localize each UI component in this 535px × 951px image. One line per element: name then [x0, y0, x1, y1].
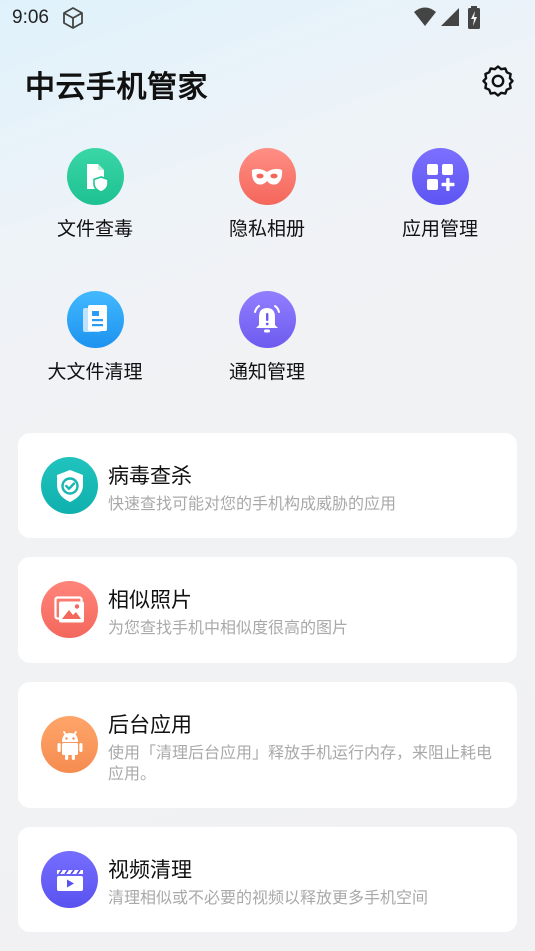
card-background-apps[interactable]: 后台应用 使用「清理后台应用」释放手机运行内存，来阻止耗电应用。 — [18, 682, 517, 808]
video-clapper-icon — [41, 851, 98, 908]
card-description: 为您查找手机中相似度很高的图片 — [108, 618, 349, 637]
bell-alert-icon — [238, 291, 296, 348]
card-description: 清理相似或不必要的视频以释放更多手机空间 — [108, 888, 429, 907]
battery-charging-icon — [467, 6, 481, 34]
quick-action-label: 应用管理 — [401, 218, 478, 240]
apps-add-icon — [411, 148, 469, 205]
cube-icon — [61, 6, 85, 30]
quick-action-large-file-clean[interactable]: 大文件清理 — [20, 291, 170, 391]
quick-actions-grid: 文件查毒 隐私相册 应用管理 大文件清理 通知管理 — [0, 140, 535, 390]
quick-action-label: 文件查毒 — [56, 218, 133, 240]
gear-icon — [481, 64, 515, 102]
quick-action-label: 隐私相册 — [228, 218, 305, 240]
wifi-icon — [413, 6, 437, 32]
card-description: 使用「清理后台应用」释放手机运行内存，来阻止耗电应用。 — [108, 743, 493, 783]
status-time: 9:06 — [12, 7, 49, 28]
quick-action-file-scan[interactable]: 文件查毒 — [20, 148, 170, 248]
android-icon — [41, 716, 98, 773]
card-video-clean[interactable]: 视频清理 清理相似或不必要的视频以释放更多手机空间 — [18, 827, 517, 932]
shield-check-icon — [41, 457, 98, 514]
card-virus-scan[interactable]: 病毒查杀 快速查找可能对您的手机构成威胁的应用 — [18, 433, 517, 538]
quick-action-label: 大文件清理 — [47, 361, 143, 383]
status-bar: 9:06 — [0, 0, 535, 36]
page-title: 中云手机管家 — [25, 70, 208, 105]
quick-action-notification-manage[interactable]: 通知管理 — [192, 291, 342, 391]
card-title: 后台应用 — [108, 713, 192, 737]
mask-icon — [238, 148, 296, 205]
quick-action-label: 通知管理 — [228, 361, 305, 383]
file-shield-icon — [66, 148, 124, 205]
quick-action-app-manage[interactable]: 应用管理 — [365, 148, 515, 248]
card-description: 快速查找可能对您的手机构成威胁的应用 — [108, 494, 397, 513]
document-icon — [66, 291, 124, 348]
card-title: 相似照片 — [108, 588, 192, 612]
image-icon — [41, 581, 98, 638]
card-similar-photos[interactable]: 相似照片 为您查找手机中相似度很高的图片 — [18, 557, 517, 663]
quick-action-private-album[interactable]: 隐私相册 — [192, 148, 342, 248]
card-title: 视频清理 — [108, 858, 192, 882]
settings-button[interactable] — [480, 65, 516, 101]
signal-icon — [439, 6, 461, 32]
card-title: 病毒查杀 — [108, 464, 192, 488]
